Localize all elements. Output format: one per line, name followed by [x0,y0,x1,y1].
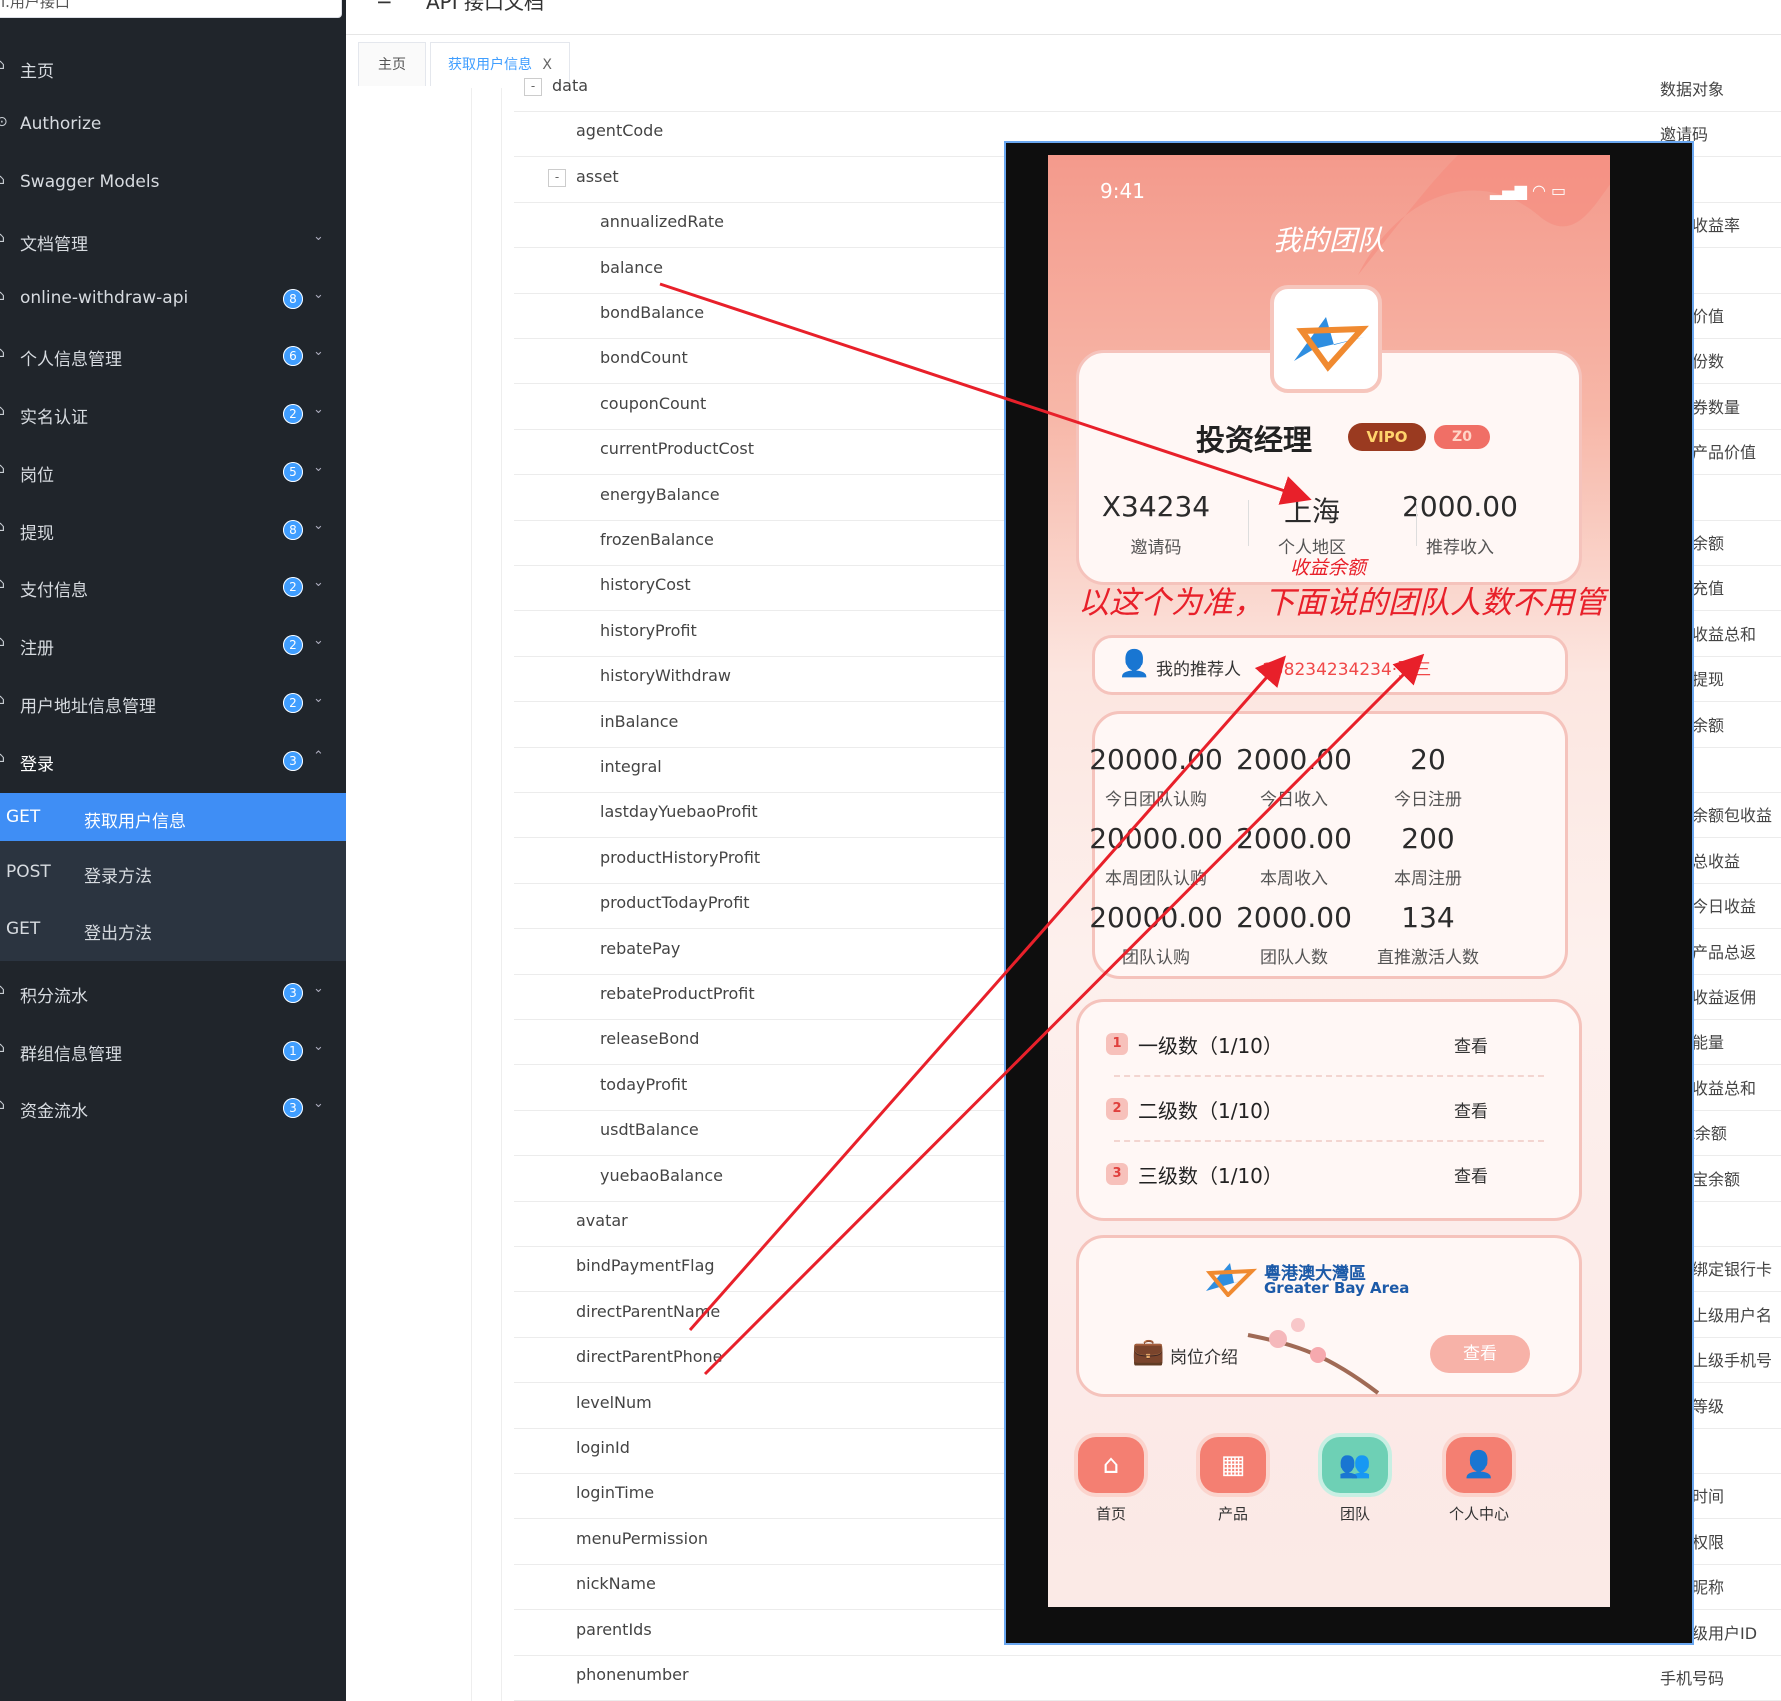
arrow-balance [659,282,1312,505]
annotation-arrows [659,282,1425,1376]
arrow-parent-name [688,655,1286,1331]
arrow-parent-phone [703,653,1425,1376]
